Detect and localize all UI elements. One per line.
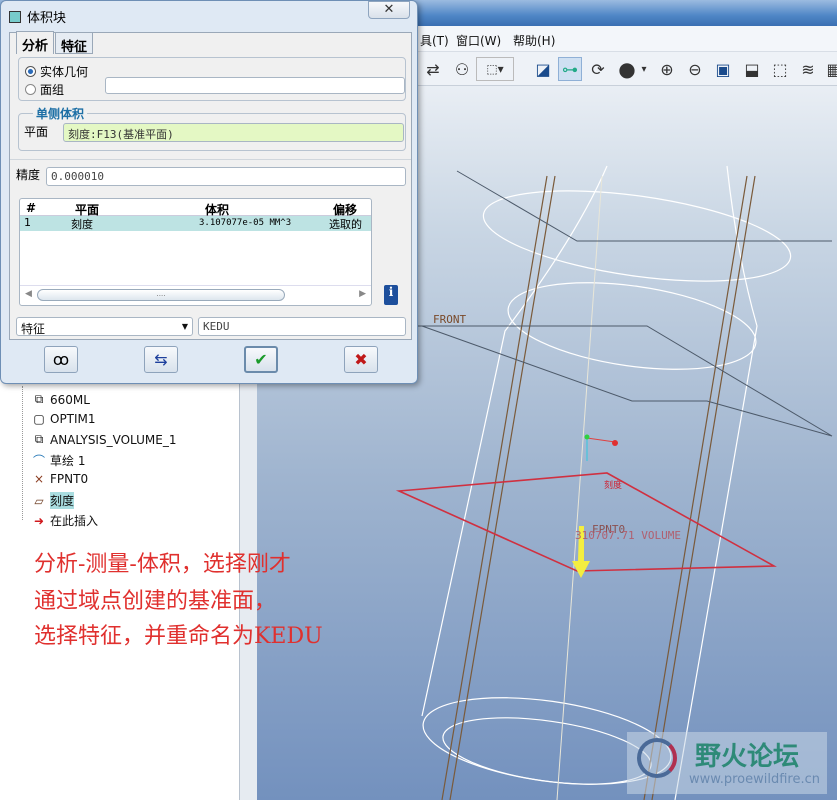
tree-item[interactable]: ⌒ 草绘 1	[32, 452, 85, 469]
insert-here-arrow-icon: ➜	[33, 513, 45, 528]
annotation-line-1: 分析-测量-体积，选择刚才	[34, 552, 291, 577]
analysis-feature-icon: ⧉	[34, 432, 44, 446]
close-button[interactable]: ✕	[368, 1, 410, 19]
optimization-icon: ▢	[33, 412, 45, 426]
cancel-button[interactable]: ✖	[344, 346, 378, 373]
zoom-out-icon[interactable]: ⊖	[683, 57, 707, 81]
scrollbar-thumb[interactable]: ....	[37, 289, 285, 301]
datum-plane-label: 刻度	[604, 479, 622, 491]
preview-glasses-button[interactable]: ꝏ	[44, 346, 78, 373]
spin-center-icon[interactable]: ⊶	[558, 57, 582, 81]
radio-quilt[interactable]: 面组	[25, 81, 64, 98]
tab-analysis[interactable]: 分析	[16, 31, 55, 54]
plane-input[interactable]: 刻度:F13(基准平面)	[63, 123, 404, 142]
regenerate-icon[interactable]: ⇄	[421, 57, 445, 81]
table-icon[interactable]: ▦	[822, 57, 837, 81]
geometry-group: 实体几何 面组	[18, 57, 406, 101]
selection-filter-icon[interactable]: ⬚▾	[476, 57, 514, 81]
reorient-icon[interactable]: ⬓	[740, 57, 764, 81]
datum-plane-icon: ▱	[34, 493, 44, 508]
analysis-feature-icon: ⧉	[34, 392, 44, 406]
info-icon[interactable]: i	[384, 285, 398, 305]
find-binoculars-icon[interactable]: ⚇	[450, 57, 474, 81]
menu-tools[interactable]: 具(T)	[420, 32, 449, 49]
table-row[interactable]: 1 刻度 3.107077e-05 MM^3 选取的	[20, 216, 371, 231]
view-manager-icon[interactable]: ⬚	[768, 57, 792, 81]
datum-point-icon: ×	[33, 472, 45, 486]
orient-mode-icon[interactable]: ⟳	[586, 57, 610, 81]
tree-item[interactable]: ▢ OPTIM1	[32, 412, 95, 426]
tree-item-selected[interactable]: ▱ 刻度	[32, 492, 75, 509]
watermark: 野火论坛 www.proewildfire.cn	[627, 732, 827, 794]
feature-name-input[interactable]: KEDU	[198, 317, 406, 336]
chevron-down-icon: ▼	[181, 322, 188, 331]
results-table: # 平面 体积 偏移 1 刻度 3.107077e-05 MM^3 选取的 ◀ .... ▶	[19, 198, 372, 306]
tree-item[interactable]: ➜ 在此插入	[32, 512, 98, 529]
menu-window[interactable]: 窗口(W)	[456, 32, 501, 49]
shading-sphere-icon[interactable]: ●	[615, 57, 639, 81]
type-select[interactable]: 特征 ▼	[16, 317, 193, 336]
dialog-title: 体积块	[27, 11, 67, 26]
sketch-icon: ⌒	[32, 454, 45, 468]
annotation-line-3: 选择特征，并重命名为KEDU	[34, 624, 323, 649]
tree-item[interactable]: × FPNT0	[32, 472, 88, 486]
dialog-app-icon	[9, 10, 21, 23]
annotation-line-2: 通过域点创建的基准面，	[34, 589, 277, 614]
precision-input[interactable]: 0.000010	[46, 167, 406, 186]
horizontal-scrollbar[interactable]: ◀ .... ▶	[20, 285, 371, 305]
repeat-button[interactable]: ⇆	[144, 346, 178, 373]
quilt-input[interactable]	[105, 77, 405, 94]
menu-help[interactable]: 帮助(H)	[513, 32, 555, 49]
refit-icon[interactable]: ▣	[711, 57, 735, 81]
chevron-down-icon[interactable]: ▾	[638, 57, 650, 81]
radio-solid-geometry[interactable]: 实体几何	[25, 63, 88, 80]
tree-item[interactable]: ⧉ 660ML	[32, 392, 90, 407]
layers-icon[interactable]: ≋	[796, 57, 820, 81]
repaint-icon[interactable]: ◪	[531, 57, 555, 81]
ok-button[interactable]: ✔	[244, 346, 278, 373]
tree-item[interactable]: ⧉ ANALYSIS_VOLUME_1	[32, 432, 177, 447]
volume-label: 310707.71 VOLUME	[575, 529, 681, 542]
tab-feature[interactable]: 特征	[55, 32, 94, 55]
volume-dialog: 体积块 ✕ 分析 特征 实体几何 面组 单侧体积 平面 刻度:F13(基准平面)…	[0, 0, 418, 384]
zoom-in-icon[interactable]: ⊕	[655, 57, 679, 81]
front-plane-label: FRONT	[433, 313, 466, 326]
table-header: # 平面 体积 偏移	[20, 199, 371, 217]
one-sided-volume-group: 单侧体积 平面 刻度:F13(基准平面)	[18, 105, 406, 151]
